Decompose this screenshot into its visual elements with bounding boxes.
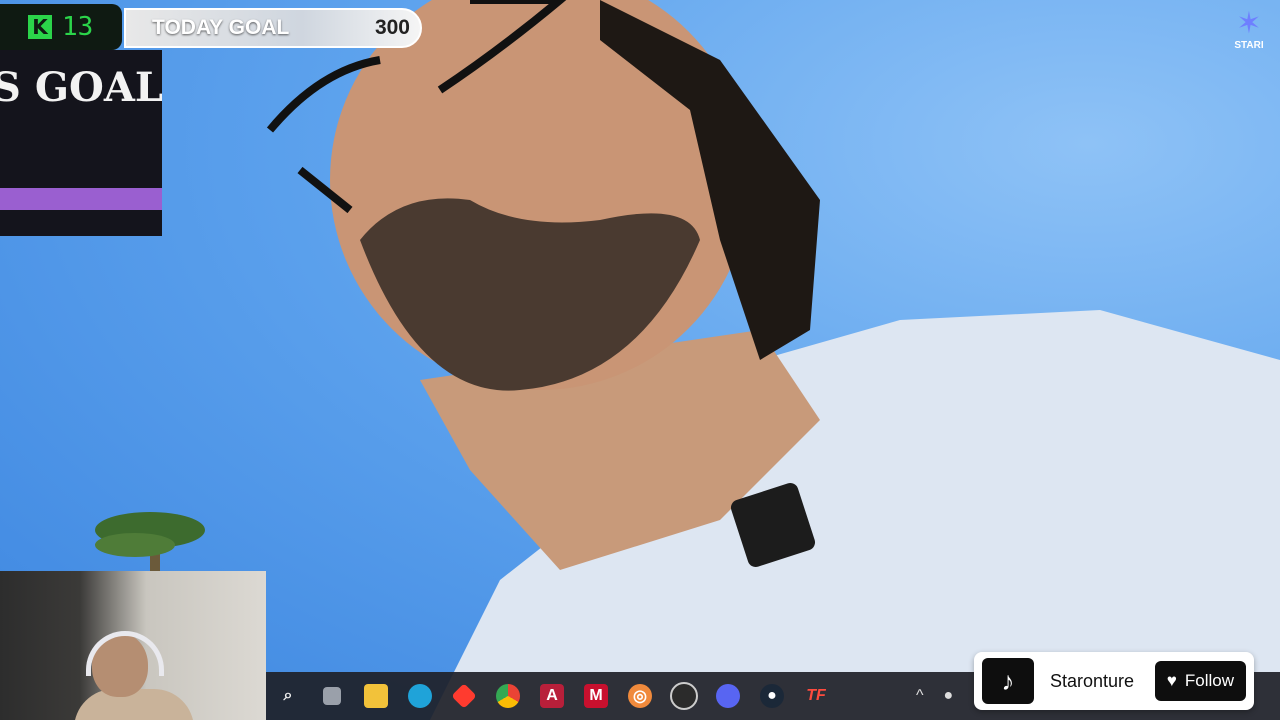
goal-label: TODAY GOAL [152, 16, 290, 39]
kick-count: 13 [62, 12, 94, 42]
kick-logo-icon: K [28, 15, 52, 39]
webcam-overlay [0, 571, 266, 720]
goal-target: 300 [374, 16, 410, 39]
follow-label: Follow [1184, 671, 1234, 690]
tray-app-icon[interactable]: ● [944, 687, 954, 705]
today-goal-bar: TODAY GOAL 300 [124, 8, 422, 48]
tiktok-handle: Staronture [1050, 670, 1135, 691]
kick-follower-counter: K 13 [0, 4, 122, 50]
app-tf-icon[interactable]: TF [794, 672, 838, 720]
channel-logo: ✶ STARI [1228, 7, 1270, 52]
chrome-icon[interactable] [486, 672, 530, 720]
logo-text: STARI [1234, 40, 1264, 51]
heart-icon: ♥ [1166, 671, 1177, 690]
chevron-up-icon[interactable]: ^ [916, 687, 924, 705]
star-logo-icon: ✶ [1236, 7, 1262, 40]
app-red-icon[interactable] [442, 672, 486, 720]
app-adobe-icon[interactable]: A [530, 672, 574, 720]
tiktok-logo-icon: ♪ [982, 658, 1034, 704]
obs-icon[interactable] [662, 672, 706, 720]
task-view-icon[interactable] [310, 672, 354, 720]
app-orange-icon[interactable]: ◎ [618, 672, 662, 720]
tiktok-follow-widget: ♪ Staronture ♥ Follow [974, 652, 1254, 710]
secondary-goal-panel: S GOAL [0, 50, 162, 236]
search-icon[interactable]: ⌕ [266, 672, 310, 720]
palm-tree [95, 512, 205, 580]
steam-icon[interactable]: ● [750, 672, 794, 720]
goal-progress-bar [0, 188, 162, 210]
edge-icon[interactable] [398, 672, 442, 720]
file-explorer-icon[interactable] [354, 672, 398, 720]
follow-button[interactable]: ♥ Follow [1154, 661, 1246, 701]
discord-icon[interactable] [706, 672, 750, 720]
mcafee-icon[interactable]: M [574, 672, 618, 720]
headphones-icon [86, 631, 164, 676]
system-tray: ^ ● [916, 672, 953, 720]
secondary-goal-title: S GOAL [0, 64, 162, 111]
